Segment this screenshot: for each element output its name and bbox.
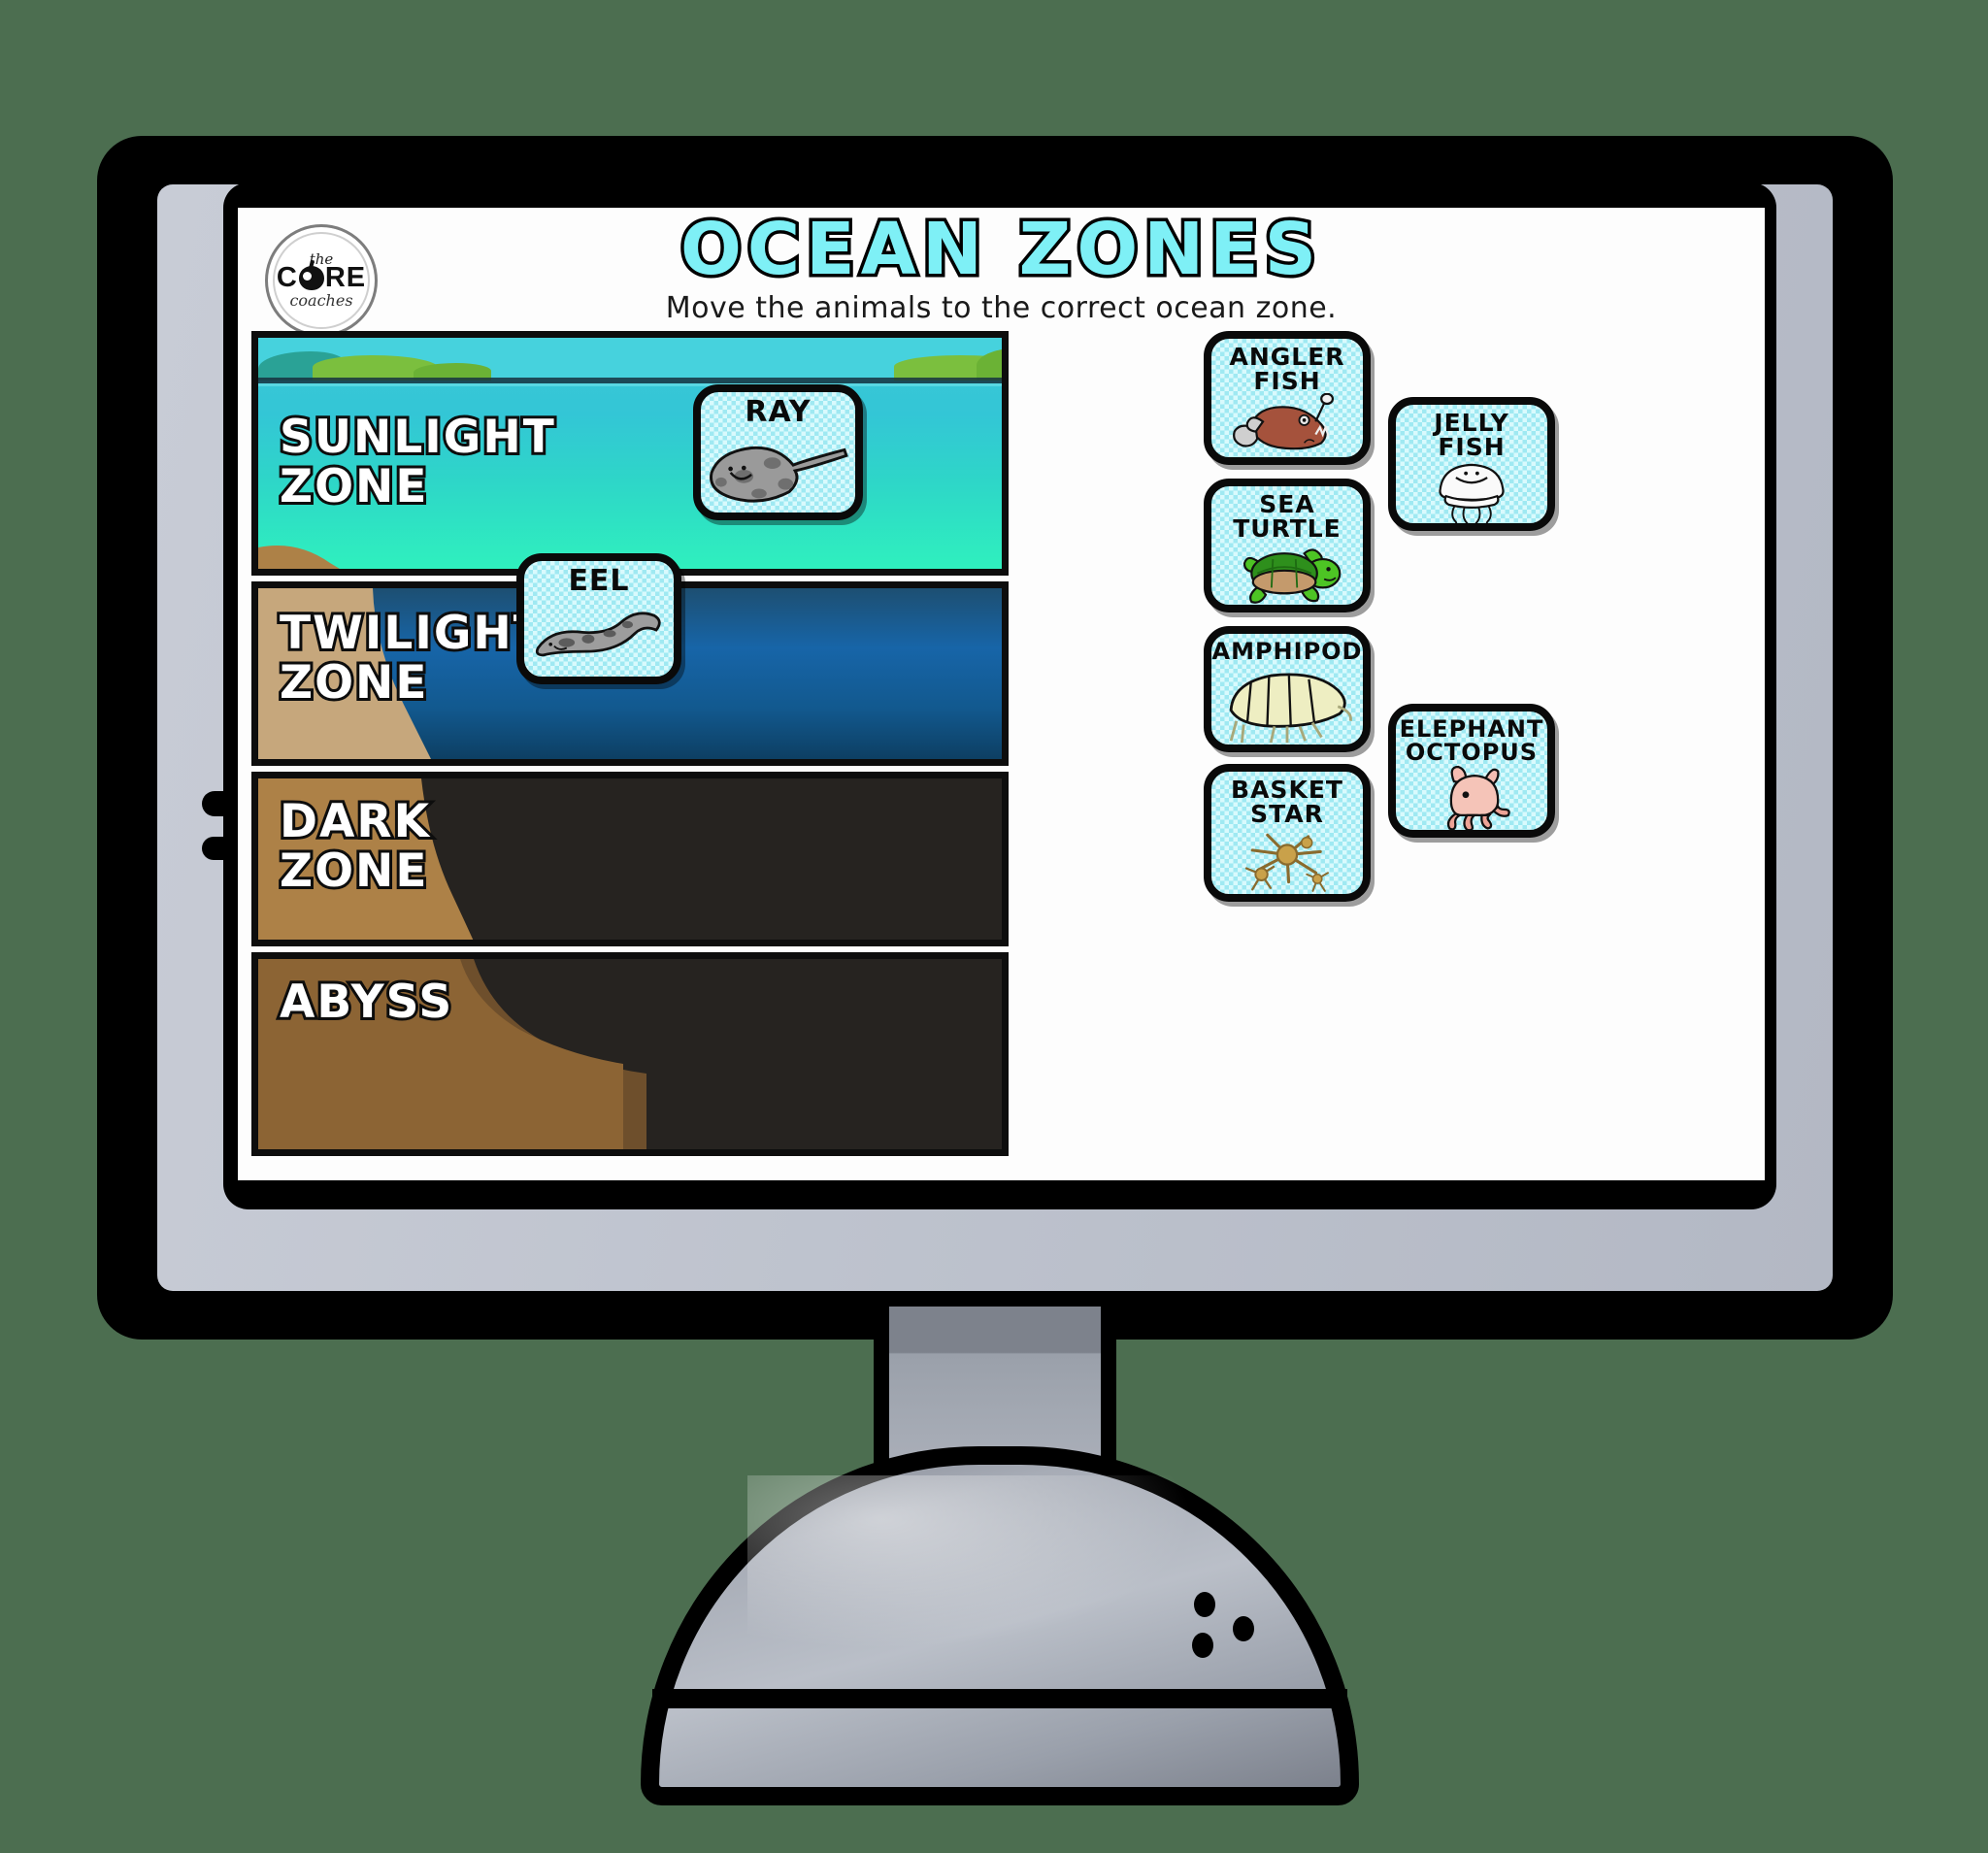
zone-label-abyss: ABYSS bbox=[277, 975, 454, 1029]
animal-card-ray[interactable]: RAY bbox=[693, 384, 863, 520]
drop-zone-sunlight[interactable]: SUNLIGHT ZONE bbox=[251, 331, 1009, 576]
animal-card-label: AMPHIPOD bbox=[1211, 638, 1363, 665]
animal-card-jelly-fish[interactable]: JELLY FISH bbox=[1388, 397, 1555, 531]
drop-zone-dark[interactable]: DARK ZONE bbox=[251, 772, 1009, 946]
animal-card-basket-star[interactable]: BASKET STAR bbox=[1204, 764, 1371, 902]
animal-card-label: EEL bbox=[568, 564, 630, 598]
animal-card-label: BASKET STAR bbox=[1231, 776, 1343, 828]
horizon-highlight bbox=[258, 383, 1002, 386]
ocean-zones-diagram: SUNLIGHT ZONE TWILIGHT ZONE DARK ZONE AB… bbox=[251, 331, 1009, 1156]
animal-card-tray: ANGLER FISH SEA TURTLE AMPHIPOD BASKET S… bbox=[1010, 331, 1757, 1156]
stand-divider-line bbox=[652, 1689, 1347, 1708]
animal-card-label: SEA TURTLE bbox=[1233, 490, 1342, 543]
page-title: OCEAN ZONES bbox=[677, 208, 1323, 291]
elephant-octopus-icon bbox=[1396, 764, 1547, 830]
zone-label-dark: DARK ZONE bbox=[277, 794, 432, 898]
eel-icon bbox=[524, 596, 674, 677]
animal-card-eel[interactable]: EEL bbox=[516, 553, 681, 684]
monitor-screen: the C RE coaches OCEAN ZONES Move the an… bbox=[238, 208, 1765, 1180]
ocean-zones-activity-slide: the C RE coaches OCEAN ZONES Move the an… bbox=[238, 208, 1765, 1180]
zone-label-twilight: TWILIGHT ZONE bbox=[277, 606, 547, 710]
animal-card-label: JELLY FISH bbox=[1434, 409, 1509, 461]
animal-card-elephant-octopus[interactable]: ELEPHANT OCTOPUS bbox=[1388, 704, 1555, 838]
computer-monitor: the C RE coaches OCEAN ZONES Move the an… bbox=[97, 136, 1893, 1340]
animal-card-label: ELEPHANT OCTOPUS bbox=[1399, 715, 1544, 766]
page-subtitle: Move the animals to the correct ocean zo… bbox=[665, 291, 1338, 325]
amphipod-icon bbox=[1211, 663, 1363, 745]
animal-card-label: ANGLER FISH bbox=[1229, 343, 1345, 395]
ray-icon bbox=[701, 427, 855, 513]
basket-star-icon bbox=[1211, 826, 1363, 894]
zone-label-sunlight: SUNLIGHT ZONE bbox=[277, 410, 557, 513]
jelly-fish-icon bbox=[1396, 459, 1547, 523]
angler-fish-icon bbox=[1211, 393, 1363, 457]
animal-card-label: RAY bbox=[745, 395, 812, 429]
stand-vent-dot bbox=[1194, 1592, 1215, 1617]
animal-card-sea-turtle[interactable]: SEA TURTLE bbox=[1204, 479, 1371, 612]
sea-turtle-icon bbox=[1211, 541, 1363, 605]
stand-vent-dot bbox=[1192, 1633, 1213, 1658]
stand-vent-dot bbox=[1233, 1616, 1254, 1641]
drop-zone-abyss[interactable]: ABYSS bbox=[251, 952, 1009, 1156]
animal-card-amphipod[interactable]: AMPHIPOD bbox=[1204, 626, 1371, 752]
animal-card-angler-fish[interactable]: ANGLER FISH bbox=[1204, 331, 1371, 465]
